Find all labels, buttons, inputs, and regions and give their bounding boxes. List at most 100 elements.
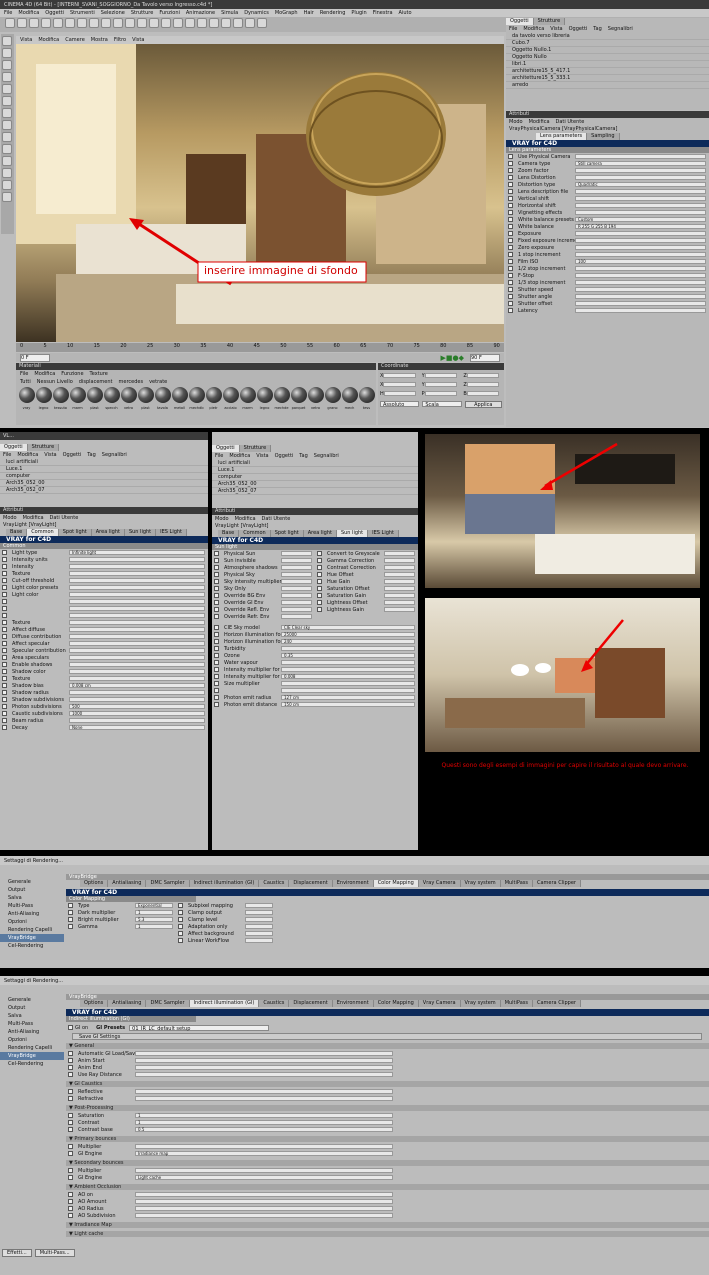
coord-field-1[interactable] <box>424 373 458 378</box>
toolbar-button-icon-0[interactable] <box>5 18 15 28</box>
material-swatch-20[interactable]: tess <box>358 386 375 410</box>
vl-sub-tab-4[interactable]: Sun light <box>124 529 157 536</box>
sl-lower-field-6[interactable] <box>281 667 415 672</box>
gi-group-5[interactable]: ▼ Ambient Occlusion <box>66 1184 709 1190</box>
materials-filter-1[interactable]: Nessun Livello <box>37 379 73 385</box>
vl-param-field-8[interactable] <box>69 606 205 611</box>
vl-param-field-11[interactable] <box>69 627 205 632</box>
sl-left-checkbox-2[interactable] <box>214 565 219 570</box>
material-swatch-8[interactable]: tavola <box>154 386 171 410</box>
sl-object-item-3[interactable]: Arch35_052_00 <box>212 481 418 488</box>
sl-left-checkbox-5[interactable] <box>214 586 219 591</box>
vl-param-checkbox-16[interactable] <box>2 662 7 667</box>
gi-general-checkbox-3[interactable] <box>68 1072 73 1077</box>
sl-left-checkbox-7[interactable] <box>214 600 219 605</box>
sl-right-checkbox-1[interactable] <box>317 558 322 563</box>
coord-field-6[interactable] <box>383 391 416 396</box>
toolbar-button-icon-10[interactable] <box>125 18 135 28</box>
sl-left-field-0[interactable] <box>281 551 312 556</box>
sl-lower-checkbox-2[interactable] <box>214 639 219 644</box>
material-swatch-21[interactable]: metallo <box>375 386 376 410</box>
viewport-menu-item-1[interactable]: Modifica <box>38 37 59 43</box>
menu-item-11[interactable]: Hair <box>304 10 314 16</box>
vl-object-item-4[interactable]: Arch35_052_07 <box>0 487 208 494</box>
sl-object-item-2[interactable]: computer <box>212 474 418 481</box>
gi-group-7[interactable]: ▼ Light cache <box>66 1231 709 1237</box>
gi-ao-field-3[interactable] <box>135 1213 393 1218</box>
viewport-menu-item-5[interactable]: Vista <box>132 37 144 43</box>
r2-tab-11[interactable]: Camera Clipper <box>532 1000 581 1007</box>
vl-attr-menu-0[interactable]: Modo <box>3 515 17 521</box>
camera-param-field-14[interactable] <box>575 252 706 257</box>
vl-param-checkbox-12[interactable] <box>2 634 7 639</box>
gi-general-checkbox-1[interactable] <box>68 1058 73 1063</box>
vl-attr-menu-2[interactable]: Dati Utente <box>50 515 79 521</box>
gi-general-checkbox-2[interactable] <box>68 1065 73 1070</box>
r1-left-checkbox-3[interactable] <box>68 924 73 929</box>
gi-caustics-checkbox-0[interactable] <box>68 1089 73 1094</box>
object-item-1[interactable]: Cubo.7 <box>506 40 709 47</box>
vl-param-checkbox-24[interactable] <box>2 718 7 723</box>
camera-param-checkbox-13[interactable] <box>508 245 513 250</box>
vl-menu-item-3[interactable]: Oggetti <box>63 452 82 458</box>
toolbar-button-icon-11[interactable] <box>137 18 147 28</box>
r2-tab-7[interactable]: Color Mapping <box>373 1000 419 1007</box>
r1-right-field-1[interactable] <box>245 910 273 915</box>
gi-presets-select[interactable]: 01_IR_LC_default setup <box>129 1024 270 1031</box>
r1-tab-7[interactable]: Color Mapping <box>373 880 419 887</box>
gi-post-checkbox-2[interactable] <box>68 1127 73 1132</box>
menu-item-3[interactable]: Strumenti <box>70 10 95 16</box>
vl-param-checkbox-18[interactable] <box>2 676 7 681</box>
left-tool-icon-12[interactable] <box>2 180 12 190</box>
render1-sidebar-item-3[interactable]: Multi-Pass <box>0 902 64 910</box>
gi-ao-checkbox-3[interactable] <box>68 1213 73 1218</box>
menu-item-14[interactable]: Finestra <box>373 10 393 16</box>
vl-param-field-4[interactable] <box>69 578 205 583</box>
camera-param-field-20[interactable] <box>575 294 706 299</box>
sl-menu-item-1[interactable]: Modifica <box>229 453 250 459</box>
camera-param-field-3[interactable] <box>575 175 706 180</box>
sl-sub-tab-3[interactable]: Area light <box>303 530 337 537</box>
sl-menu-item-5[interactable]: Segnalibri <box>314 453 339 459</box>
sl-attr-menu-1[interactable]: Modifica <box>235 516 256 522</box>
vl-param-checkbox-14[interactable] <box>2 648 7 653</box>
materials-filter-4[interactable]: vetrate <box>149 379 167 385</box>
vl-param-field-9[interactable] <box>69 613 205 618</box>
vl-sub-tab-2[interactable]: Spot light <box>58 529 92 536</box>
vl-param-field-20[interactable] <box>69 690 205 695</box>
r1-tab-2[interactable]: DMC Sampler <box>146 880 190 887</box>
sl-left-checkbox-3[interactable] <box>214 572 219 577</box>
r1-right-field-4[interactable] <box>245 931 273 936</box>
render2-sidebar-item-1[interactable]: Output <box>0 1004 64 1012</box>
material-swatch-16[interactable]: parquet <box>290 386 307 410</box>
vl-param-checkbox-11[interactable] <box>2 627 7 632</box>
toolbar-button-icon-8[interactable] <box>101 18 111 28</box>
camera-param-checkbox-20[interactable] <box>508 294 513 299</box>
sl-attr-menu-0[interactable]: Modo <box>215 516 229 522</box>
camera-param-checkbox-6[interactable] <box>508 196 513 201</box>
vl-objects-tab-1[interactable]: Strutture <box>27 444 60 451</box>
vl-param-checkbox-8[interactable] <box>2 606 7 611</box>
r1-tab-0[interactable]: Options <box>80 880 109 887</box>
gi-group-0[interactable]: ▼ General <box>66 1043 709 1049</box>
camera-param-checkbox-8[interactable] <box>508 210 513 215</box>
gi-secondary-field-0[interactable] <box>135 1168 393 1173</box>
sl-lower-field-4[interactable]: 0.35 <box>281 653 415 658</box>
r1-left-checkbox-2[interactable] <box>68 917 73 922</box>
camera-param-checkbox-7[interactable] <box>508 203 513 208</box>
toolbar-button-icon-19[interactable] <box>233 18 243 28</box>
toolbar-button-icon-13[interactable] <box>161 18 171 28</box>
camera-param-checkbox-9[interactable] <box>508 217 513 222</box>
toolbar-button-icon-9[interactable] <box>113 18 123 28</box>
material-swatch-10[interactable]: mechdb <box>188 386 205 410</box>
r1-right-field-2[interactable] <box>245 917 273 922</box>
object-item-6[interactable]: architetture15_5_333.1 <box>506 75 709 82</box>
sl-lower-field-0[interactable]: CIE Clear sky <box>281 625 415 630</box>
toolbar-button-icon-15[interactable] <box>185 18 195 28</box>
r1-right-checkbox-4[interactable] <box>178 931 183 936</box>
toolbar-button-icon-16[interactable] <box>197 18 207 28</box>
left-tool-icon-5[interactable] <box>2 96 12 106</box>
end-frame[interactable]: 90 F <box>470 353 500 362</box>
render2-sidebar-item-8[interactable]: Cel-Rendering <box>0 1060 64 1068</box>
render2-sidebar-item-7[interactable]: VrayBridge <box>0 1052 64 1060</box>
